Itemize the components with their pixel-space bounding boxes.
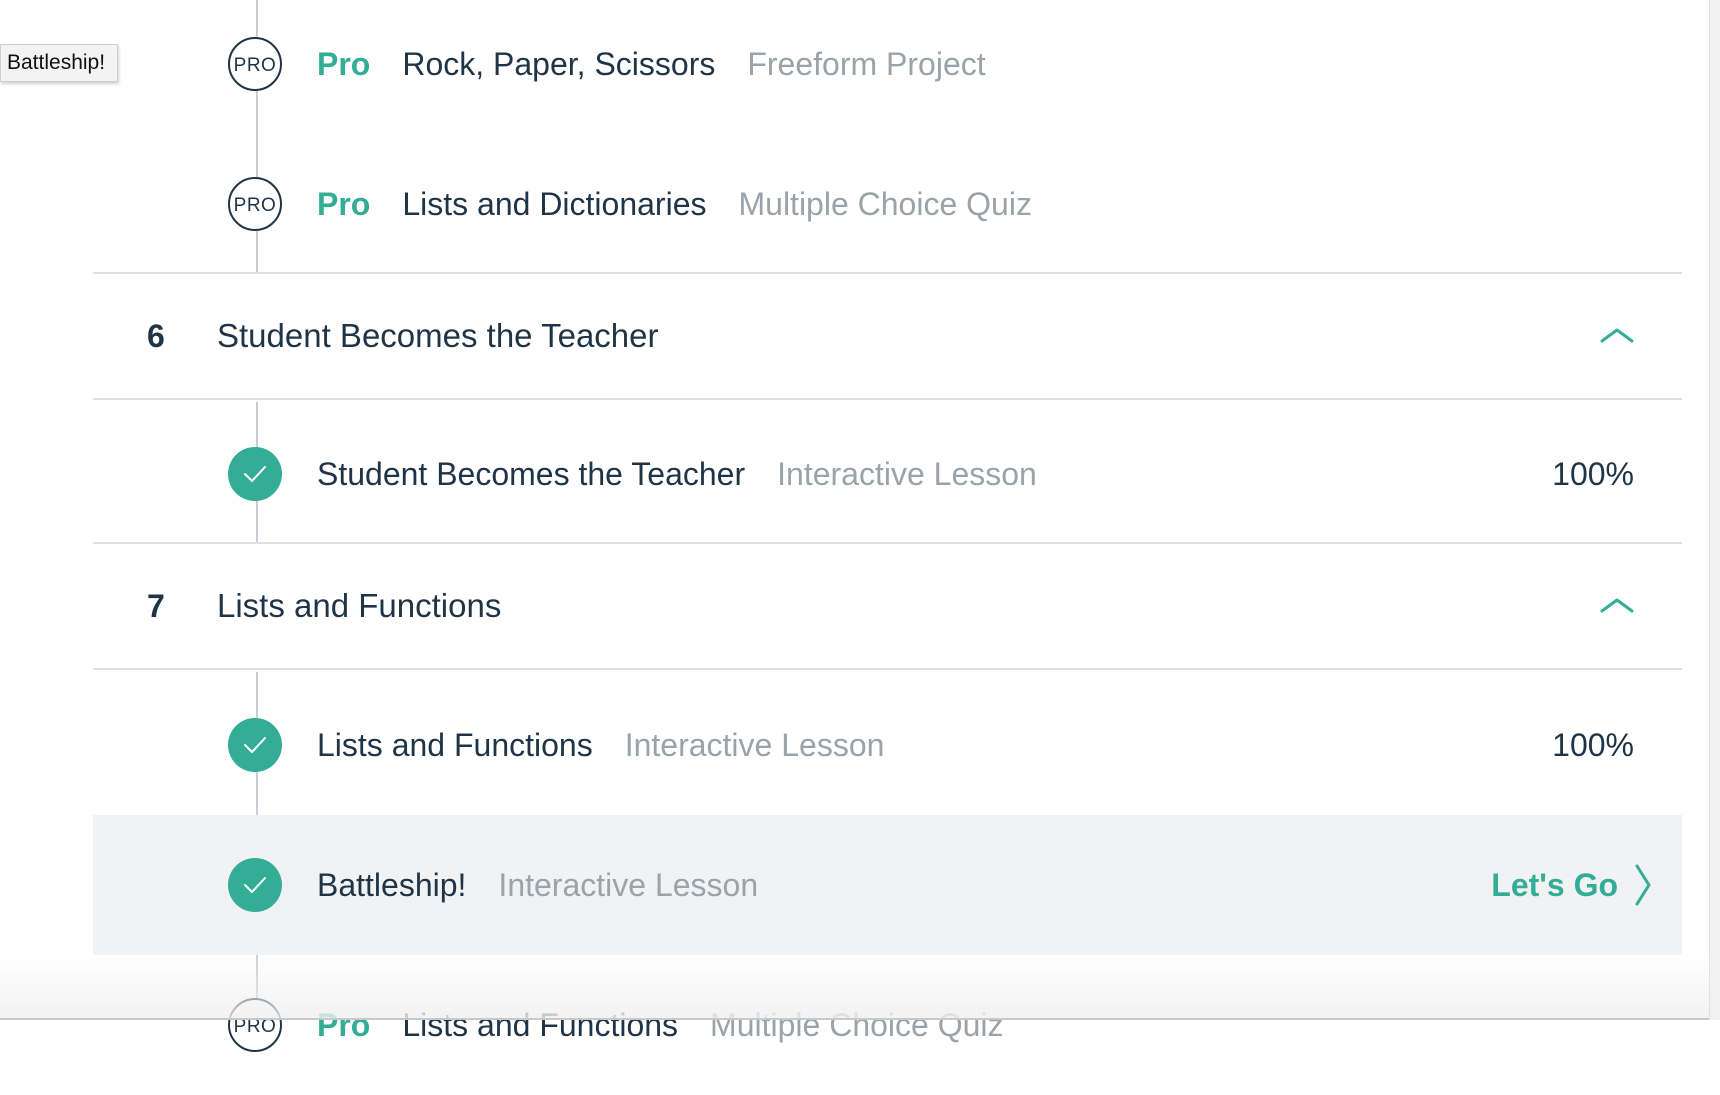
chevron-up-icon[interactable] [1600, 596, 1634, 614]
lesson-row[interactable]: PRO Pro Rock, Paper, Scissors Freeform P… [93, 0, 1682, 134]
scrollbar[interactable] [1709, 0, 1720, 1020]
pro-label: Pro [317, 45, 371, 82]
curriculum-list: PRO Pro Rock, Paper, Scissors Freeform P… [93, 0, 1682, 1052]
checkmark-icon [228, 447, 282, 501]
section-number: 6 [147, 317, 165, 354]
lesson-title[interactable]: Student Becomes the Teacher [317, 456, 745, 493]
lesson-type: Freeform Project [747, 45, 986, 82]
pro-badge-icon: PRO [228, 37, 282, 91]
lesson-title[interactable]: Rock, Paper, Scissors [402, 46, 715, 83]
lesson-title[interactable]: Lists and Functions [317, 727, 593, 764]
section-header[interactable]: 7 Lists and Functions [93, 542, 1682, 670]
chevron-up-icon[interactable] [1600, 326, 1634, 344]
pro-badge-icon: PRO [228, 177, 282, 231]
lesson-type: Interactive Lesson [498, 866, 759, 903]
tooltip: Battleship! [0, 44, 119, 82]
pro-label: Pro [317, 185, 371, 222]
lesson-title[interactable]: Battleship! [317, 867, 466, 904]
progress-percent: 100% [1552, 726, 1634, 763]
chevron-right-icon [1635, 864, 1651, 906]
section-title: Student Becomes the Teacher [217, 317, 659, 354]
lesson-type: Multiple Choice Quiz [738, 185, 1032, 222]
lets-go-button[interactable]: Let's Go [1491, 815, 1652, 955]
bottom-fade-overlay [0, 950, 1710, 1020]
lesson-row[interactable]: Student Becomes the Teacher Interactive … [93, 404, 1682, 544]
lesson-row[interactable]: Lists and Functions Interactive Lesson 1… [93, 675, 1682, 815]
section-title: Lists and Functions [217, 587, 502, 624]
lets-go-label: Let's Go [1491, 866, 1618, 903]
lesson-row-current[interactable]: Battleship! Interactive Lesson Let's Go [93, 815, 1682, 955]
lesson-title[interactable]: Lists and Dictionaries [402, 186, 706, 223]
progress-percent: 100% [1552, 455, 1634, 492]
course-syllabus-page: PRO Pro Rock, Paper, Scissors Freeform P… [0, 0, 1720, 1052]
section-number: 7 [147, 587, 165, 624]
checkmark-icon [228, 858, 282, 912]
lesson-type: Interactive Lesson [624, 726, 885, 763]
checkmark-icon [228, 718, 282, 772]
lesson-type: Interactive Lesson [777, 455, 1037, 492]
lesson-row[interactable]: PRO Pro Lists and Dictionaries Multiple … [93, 134, 1682, 274]
section-header[interactable]: 6 Student Becomes the Teacher [93, 272, 1682, 400]
